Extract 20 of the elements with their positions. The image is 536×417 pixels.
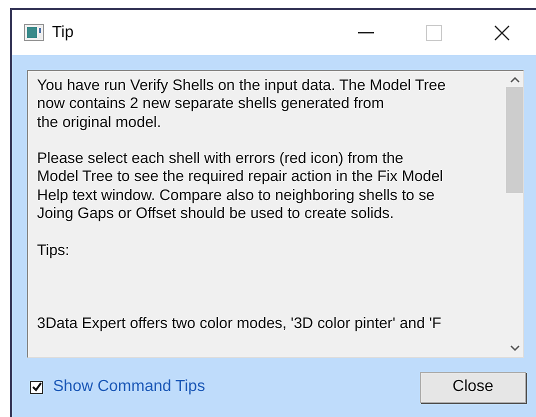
message-line: Joing Gaps or Offset should be used to create solids. bbox=[37, 205, 394, 224]
close-icon bbox=[494, 24, 510, 40]
scroll-up-icon[interactable] bbox=[508, 75, 520, 85]
maximize-icon bbox=[426, 24, 442, 40]
message-line: 3Data Expert offers two color modes, '3D color pinter' and 'F bbox=[37, 314, 442, 334]
minimize-icon bbox=[358, 32, 374, 34]
message-line: Please select each shell with errors (red icon) from the bbox=[37, 150, 404, 168]
message-line: Help text window. Compare also to neighboring shells to se bbox=[37, 186, 435, 206]
app-icon bbox=[24, 24, 44, 41]
scroll-thumb[interactable] bbox=[506, 87, 523, 193]
message-line: now contains 2 new separate shells generated from bbox=[37, 95, 384, 114]
message-line: Model Tree to see the required repair action in the Fix Model bbox=[37, 168, 444, 187]
window-title: Tip bbox=[52, 24, 75, 42]
message-line: You have run Verify Shells on the input data. The Model Tree bbox=[37, 77, 446, 96]
close-button[interactable]: Close bbox=[420, 372, 526, 402]
message-line: the original model. bbox=[37, 114, 162, 132]
message-line: Tips: bbox=[37, 242, 70, 260]
checkbox[interactable] bbox=[30, 380, 43, 394]
checkbox-label[interactable]: Show Command Tips bbox=[53, 378, 206, 396]
scroll-down-icon[interactable] bbox=[508, 343, 520, 353]
